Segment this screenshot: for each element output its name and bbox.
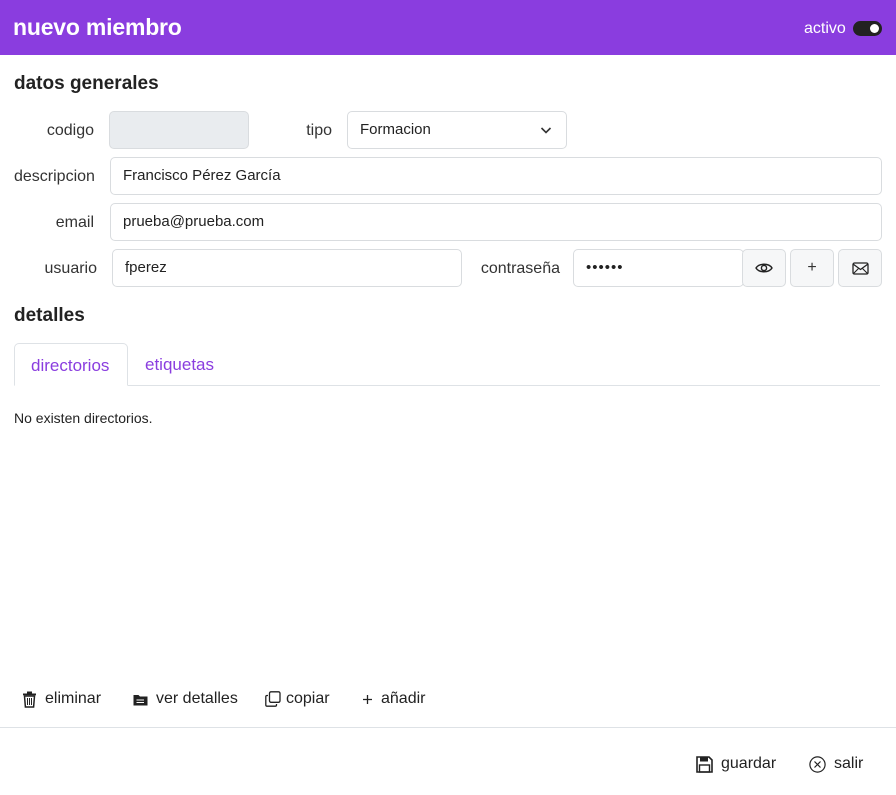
tipo-selected-value: Formacion bbox=[360, 121, 431, 138]
show-password-button[interactable] bbox=[742, 249, 786, 287]
contrasena-label: contraseña bbox=[480, 260, 560, 277]
envelope-icon bbox=[851, 261, 869, 275]
tipo-select[interactable]: Formacion bbox=[347, 111, 567, 149]
eye-icon bbox=[755, 263, 773, 273]
active-label: activo bbox=[804, 20, 846, 37]
copy-icon bbox=[265, 691, 281, 707]
general-section-title: datos generales bbox=[14, 73, 159, 94]
add-label: añadir bbox=[381, 690, 426, 707]
codigo-field[interactable] bbox=[109, 111, 249, 149]
save-label: guardar bbox=[721, 755, 777, 772]
send-password-button[interactable] bbox=[838, 249, 882, 287]
copy-label: copiar bbox=[286, 690, 330, 707]
tab-directorios[interactable]: directorios bbox=[14, 343, 128, 386]
dialog-header: nuevo miembro activo bbox=[0, 0, 896, 55]
dialog-title: nuevo miembro bbox=[13, 14, 182, 40]
email-label: email bbox=[55, 214, 94, 231]
generate-password-button[interactable]: + bbox=[790, 249, 834, 287]
close-circle-icon bbox=[809, 755, 826, 773]
descripcion-field[interactable]: Francisco Pérez García bbox=[110, 157, 882, 195]
folder-icon bbox=[133, 694, 148, 705]
exit-label: salir bbox=[834, 755, 864, 772]
floppy-disk-icon bbox=[696, 755, 713, 773]
chevron-down-icon bbox=[540, 127, 552, 134]
tab-etiquetas[interactable]: etiquetas bbox=[129, 343, 230, 386]
delete-button[interactable]: eliminar bbox=[22, 688, 101, 710]
empty-directories-message: No existen directorios. bbox=[14, 410, 153, 426]
usuario-field[interactable]: fperez bbox=[112, 249, 462, 287]
plus-icon bbox=[363, 694, 372, 704]
descripcion-label: descripcion bbox=[14, 168, 95, 185]
tipo-label: tipo bbox=[306, 122, 332, 139]
copy-button[interactable]: copiar bbox=[265, 688, 330, 710]
details-section-title: detalles bbox=[14, 305, 85, 326]
active-toggle[interactable] bbox=[853, 21, 882, 36]
save-button[interactable]: guardar bbox=[696, 753, 776, 775]
usuario-label: usuario bbox=[44, 260, 97, 277]
exit-button[interactable]: salir bbox=[809, 753, 863, 775]
delete-label: eliminar bbox=[45, 690, 102, 707]
codigo-label: codigo bbox=[46, 122, 94, 139]
footer-divider bbox=[0, 727, 896, 728]
trash-icon bbox=[23, 691, 36, 708]
toggle-knob bbox=[870, 24, 879, 33]
view-details-label: ver detalles bbox=[156, 690, 238, 707]
email-field[interactable]: prueba@prueba.com bbox=[110, 203, 882, 241]
add-button[interactable]: añadir bbox=[362, 688, 425, 710]
password-field[interactable]: •••••• bbox=[573, 249, 744, 287]
plus-icon: + bbox=[807, 259, 817, 276]
view-details-button[interactable]: ver detalles bbox=[133, 688, 238, 710]
